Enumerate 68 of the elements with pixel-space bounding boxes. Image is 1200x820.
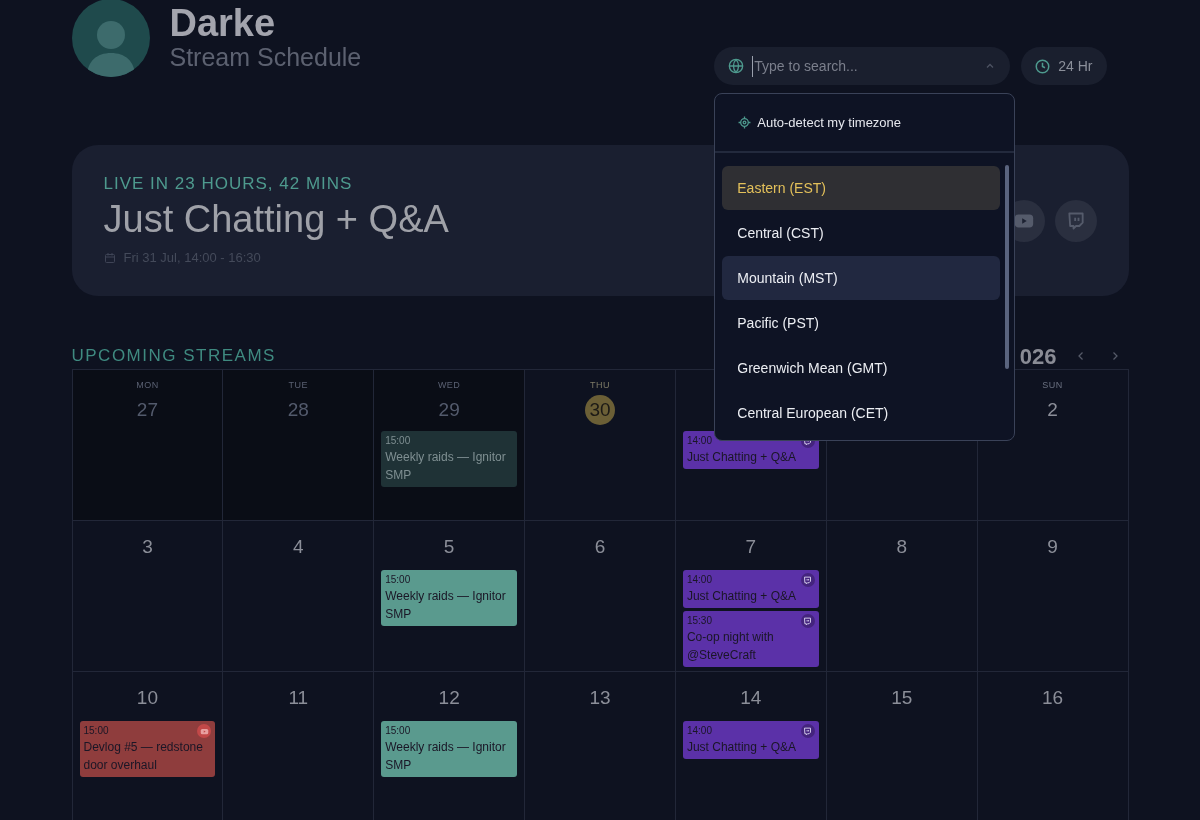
day-number: 30 bbox=[585, 395, 615, 425]
day-number: 11 bbox=[288, 685, 309, 710]
weekday-label: SUN bbox=[1042, 380, 1063, 390]
day-number: 16 bbox=[1042, 685, 1064, 710]
day-number: 6 bbox=[594, 534, 606, 559]
event-time: 14:00 bbox=[686, 724, 712, 738]
day-number: 29 bbox=[438, 397, 460, 422]
event-title: Just Chatting + Q&A bbox=[686, 588, 797, 605]
event-time: 15:00 bbox=[385, 724, 411, 738]
day-number: 2 bbox=[1047, 397, 1058, 422]
stream-event[interactable]: 15:00 Weekly raids — Ignitor SMP bbox=[381, 431, 518, 487]
twitch-icon bbox=[800, 614, 815, 628]
event-time: 14:00 bbox=[686, 573, 712, 587]
day-number: 4 bbox=[293, 534, 304, 559]
day-number: 14 bbox=[740, 685, 762, 710]
timezone-search-bar[interactable]: Type to search... bbox=[714, 47, 1011, 85]
event-title: Weekly raids — Ignitor SMP bbox=[385, 739, 507, 774]
event-title: Just Chatting + Q&A bbox=[686, 449, 797, 466]
day-number: 13 bbox=[589, 685, 611, 710]
day-number: 10 bbox=[136, 685, 158, 710]
event-time: 15:00 bbox=[83, 724, 109, 738]
clock-format-button[interactable]: 24 Hr bbox=[1021, 47, 1107, 85]
weekday-label: MON bbox=[136, 380, 159, 390]
stream-title: Just Chatting + Q&A bbox=[103, 196, 449, 242]
countdown-label: LIVE IN 23 HOURS, 42 MINS bbox=[103, 173, 353, 194]
stream-event[interactable]: 15:00 Weekly raids — Ignitor SMP bbox=[381, 721, 518, 777]
day-number: 3 bbox=[142, 534, 153, 559]
youtube-icon bbox=[197, 724, 212, 738]
globe-icon bbox=[728, 58, 745, 74]
event-title: Devlog #5 — redstone door overhaul bbox=[83, 739, 204, 774]
day-number: 7 bbox=[745, 534, 757, 559]
event-time: 15:00 bbox=[385, 573, 411, 587]
weekday-label: WED bbox=[437, 380, 461, 390]
event-time: 14:00 bbox=[686, 434, 712, 448]
weekday-label: TUE bbox=[288, 380, 308, 390]
day-number: 15 bbox=[891, 685, 913, 710]
section-heading: UPCOMING STREAMS bbox=[71, 345, 276, 368]
event-title: Just Chatting + Q&A bbox=[686, 739, 797, 756]
calendar-icon bbox=[103, 251, 116, 264]
twitch-icon bbox=[800, 724, 815, 738]
timezone-search-field[interactable]: Type to search... bbox=[752, 55, 977, 77]
scrollbar[interactable] bbox=[1005, 165, 1010, 369]
channel-name: Darke bbox=[169, 2, 277, 44]
clock-icon bbox=[1035, 58, 1051, 74]
crosshair-icon bbox=[738, 116, 752, 129]
event-title: Co-op night with @SteveCraft bbox=[686, 629, 775, 664]
auto-detect-button[interactable]: Auto-detect my timezone bbox=[715, 94, 1015, 153]
month-label: 026 bbox=[1019, 342, 1057, 371]
timezone-option[interactable]: Greenwich Mean (GMT) bbox=[722, 346, 1001, 390]
day-number: 9 bbox=[1047, 534, 1058, 559]
timezone-option[interactable]: Eastern (EST) bbox=[722, 166, 1001, 210]
timezone-option[interactable]: Central (CST) bbox=[722, 211, 1001, 255]
weekday-label: THU bbox=[590, 380, 610, 390]
page-subtitle: Stream Schedule bbox=[169, 42, 362, 72]
twitch-icon bbox=[1065, 210, 1086, 231]
day-number: 5 bbox=[443, 534, 455, 559]
stream-event[interactable]: 15:00 Weekly raids — Ignitor SMP bbox=[381, 570, 518, 626]
event-title: Weekly raids — Ignitor SMP bbox=[385, 449, 507, 484]
event-title: Weekly raids — Ignitor SMP bbox=[385, 588, 507, 623]
day-number: 12 bbox=[438, 685, 460, 710]
day-number: 28 bbox=[287, 397, 309, 422]
twitch-icon bbox=[800, 573, 815, 587]
timezone-option[interactable]: Pacific (PST) bbox=[722, 301, 1001, 345]
event-time: 15:30 bbox=[686, 614, 712, 628]
day-number: 27 bbox=[136, 397, 158, 422]
day-number: 8 bbox=[896, 534, 907, 559]
timezone-option[interactable]: Mountain (MST) bbox=[722, 256, 1001, 300]
event-time: 15:00 bbox=[385, 434, 411, 448]
